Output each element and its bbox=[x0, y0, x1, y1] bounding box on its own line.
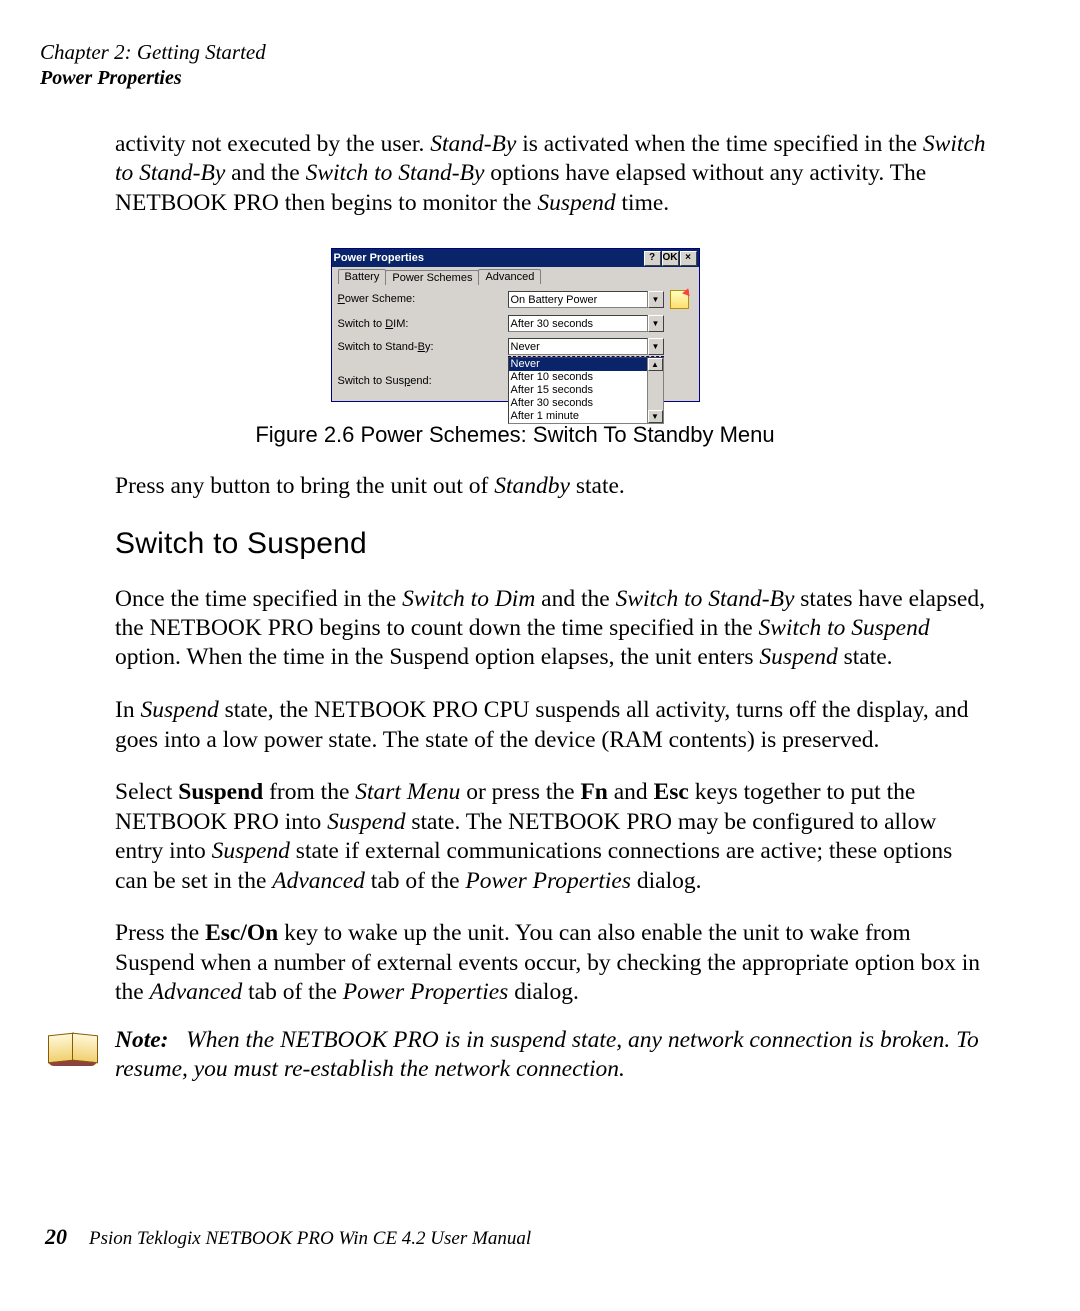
text: Press the bbox=[115, 920, 205, 946]
close-button[interactable]: × bbox=[680, 251, 697, 266]
switch-to-suspend-label: Switch to Suspend: bbox=[338, 372, 508, 387]
dialog-tabs: Battery Power Schemes Advanced bbox=[338, 269, 693, 284]
text: dialog. bbox=[508, 979, 579, 1005]
page-number: 20 bbox=[45, 1224, 67, 1250]
italic-term: Power Properties bbox=[465, 868, 631, 894]
text: dialog. bbox=[631, 868, 702, 894]
tab-battery[interactable]: Battery bbox=[338, 269, 387, 284]
power-scheme-label: Power Scheme: bbox=[338, 290, 508, 305]
scrollbar[interactable]: ▲ ▼ bbox=[647, 358, 663, 423]
help-button[interactable]: ? bbox=[644, 251, 661, 266]
ok-button[interactable]: OK bbox=[662, 251, 679, 266]
text: activity not executed by the user. bbox=[115, 131, 430, 157]
tab-advanced[interactable]: Advanced bbox=[478, 269, 541, 284]
paragraph-suspend-select: Select Suspend from the Start Menu or pr… bbox=[115, 778, 990, 896]
text: state. bbox=[570, 473, 625, 499]
italic-term: Start Menu bbox=[355, 779, 460, 805]
italic-term: Stand-By bbox=[430, 131, 516, 157]
text: time. bbox=[616, 190, 670, 216]
bold-term: Esc/On bbox=[205, 920, 278, 946]
text: is activated when the time specified in … bbox=[516, 131, 923, 157]
power-scheme-combo[interactable]: On Battery Power bbox=[508, 291, 648, 308]
text: option. When the time in the Suspend opt… bbox=[115, 644, 759, 670]
text: from the bbox=[263, 779, 355, 805]
scroll-up-icon[interactable]: ▲ bbox=[648, 358, 663, 371]
note-label: Note: bbox=[115, 1027, 169, 1053]
text: state, the NETBOOK PRO CPU suspends all … bbox=[115, 697, 969, 752]
bold-term: Fn bbox=[580, 779, 607, 805]
figure-caption: Figure 2.6 Power Schemes: Switch To Stan… bbox=[40, 422, 990, 448]
tab-power-schemes[interactable]: Power Schemes bbox=[385, 270, 479, 285]
note-body: When the NETBOOK PRO is in suspend state… bbox=[115, 1027, 979, 1082]
text: tab of the bbox=[365, 868, 466, 894]
bold-term: Suspend bbox=[178, 779, 263, 805]
italic-term: Suspend bbox=[759, 644, 837, 670]
list-item[interactable]: After 15 seconds bbox=[509, 384, 663, 397]
chevron-down-icon[interactable]: ▼ bbox=[648, 338, 664, 355]
paragraph-suspend-state: In Suspend state, the NETBOOK PRO CPU su… bbox=[115, 696, 990, 755]
text: tab of the bbox=[242, 979, 343, 1005]
italic-term: Switch to Stand-By bbox=[306, 160, 485, 186]
paragraph-wake: Press the Esc/On key to wake up the unit… bbox=[115, 919, 990, 1007]
paragraph-standby-exit: Press any button to bring the unit out o… bbox=[115, 472, 990, 501]
chevron-down-icon[interactable]: ▼ bbox=[648, 291, 664, 308]
section-heading: Power Properties bbox=[40, 67, 990, 90]
list-item[interactable]: After 30 seconds bbox=[509, 397, 663, 410]
italic-term: Power Properties bbox=[343, 979, 509, 1005]
power-properties-dialog: Power Properties ? OK × Battery Power Sc… bbox=[331, 248, 700, 402]
note-block: Note: When the NETBOOK PRO is in suspend… bbox=[40, 1026, 990, 1085]
footer-text: Psion Teklogix NETBOOK PRO Win CE 4.2 Us… bbox=[89, 1228, 531, 1250]
dialog-title: Power Properties bbox=[334, 252, 643, 264]
italic-term: Advanced bbox=[272, 868, 365, 894]
list-item[interactable]: After 10 seconds bbox=[509, 371, 663, 384]
heading-switch-to-suspend: Switch to Suspend bbox=[115, 527, 990, 561]
paragraph-intro: activity not executed by the user. Stand… bbox=[115, 130, 990, 218]
italic-term: Switch to Suspend bbox=[759, 615, 930, 641]
italic-term: Advanced bbox=[150, 979, 243, 1005]
new-scheme-icon[interactable] bbox=[670, 290, 689, 309]
list-item[interactable]: Never bbox=[509, 358, 663, 371]
text: and the bbox=[535, 586, 615, 612]
chevron-down-icon[interactable]: ▼ bbox=[648, 315, 664, 332]
text: state. bbox=[838, 644, 893, 670]
italic-term: Suspend bbox=[327, 809, 405, 835]
text: and bbox=[608, 779, 654, 805]
italic-term: Suspend bbox=[537, 190, 615, 216]
chapter-heading: Chapter 2: Getting Started bbox=[40, 40, 990, 65]
italic-term: Suspend bbox=[140, 697, 218, 723]
italic-term: Standby bbox=[494, 473, 570, 499]
text: Select bbox=[115, 779, 178, 805]
italic-term: Suspend bbox=[212, 838, 290, 864]
text: and the bbox=[225, 160, 305, 186]
text: Once the time specified in the bbox=[115, 586, 402, 612]
text: or press the bbox=[460, 779, 580, 805]
switch-to-standby-label: Switch to Stand-By: bbox=[338, 338, 508, 353]
standby-dropdown-list[interactable]: Never After 10 seconds After 15 seconds … bbox=[508, 357, 664, 424]
scroll-down-icon[interactable]: ▼ bbox=[648, 410, 663, 423]
list-item[interactable]: After 1 minute bbox=[509, 410, 663, 423]
switch-to-dim-label: Switch to DIM: bbox=[338, 315, 508, 330]
bold-term: Esc bbox=[654, 779, 689, 805]
text: Press any button to bring the unit out o… bbox=[115, 473, 494, 499]
italic-term: Switch to Stand-By bbox=[616, 586, 795, 612]
switch-to-dim-combo[interactable]: After 30 seconds bbox=[508, 315, 648, 332]
dialog-titlebar: Power Properties ? OK × bbox=[332, 249, 699, 267]
switch-to-standby-combo[interactable]: Never bbox=[508, 338, 648, 355]
text: In bbox=[115, 697, 140, 723]
paragraph-suspend-timing: Once the time specified in the Switch to… bbox=[115, 585, 990, 673]
italic-term: Switch to Dim bbox=[402, 586, 535, 612]
book-note-icon bbox=[45, 1030, 99, 1068]
